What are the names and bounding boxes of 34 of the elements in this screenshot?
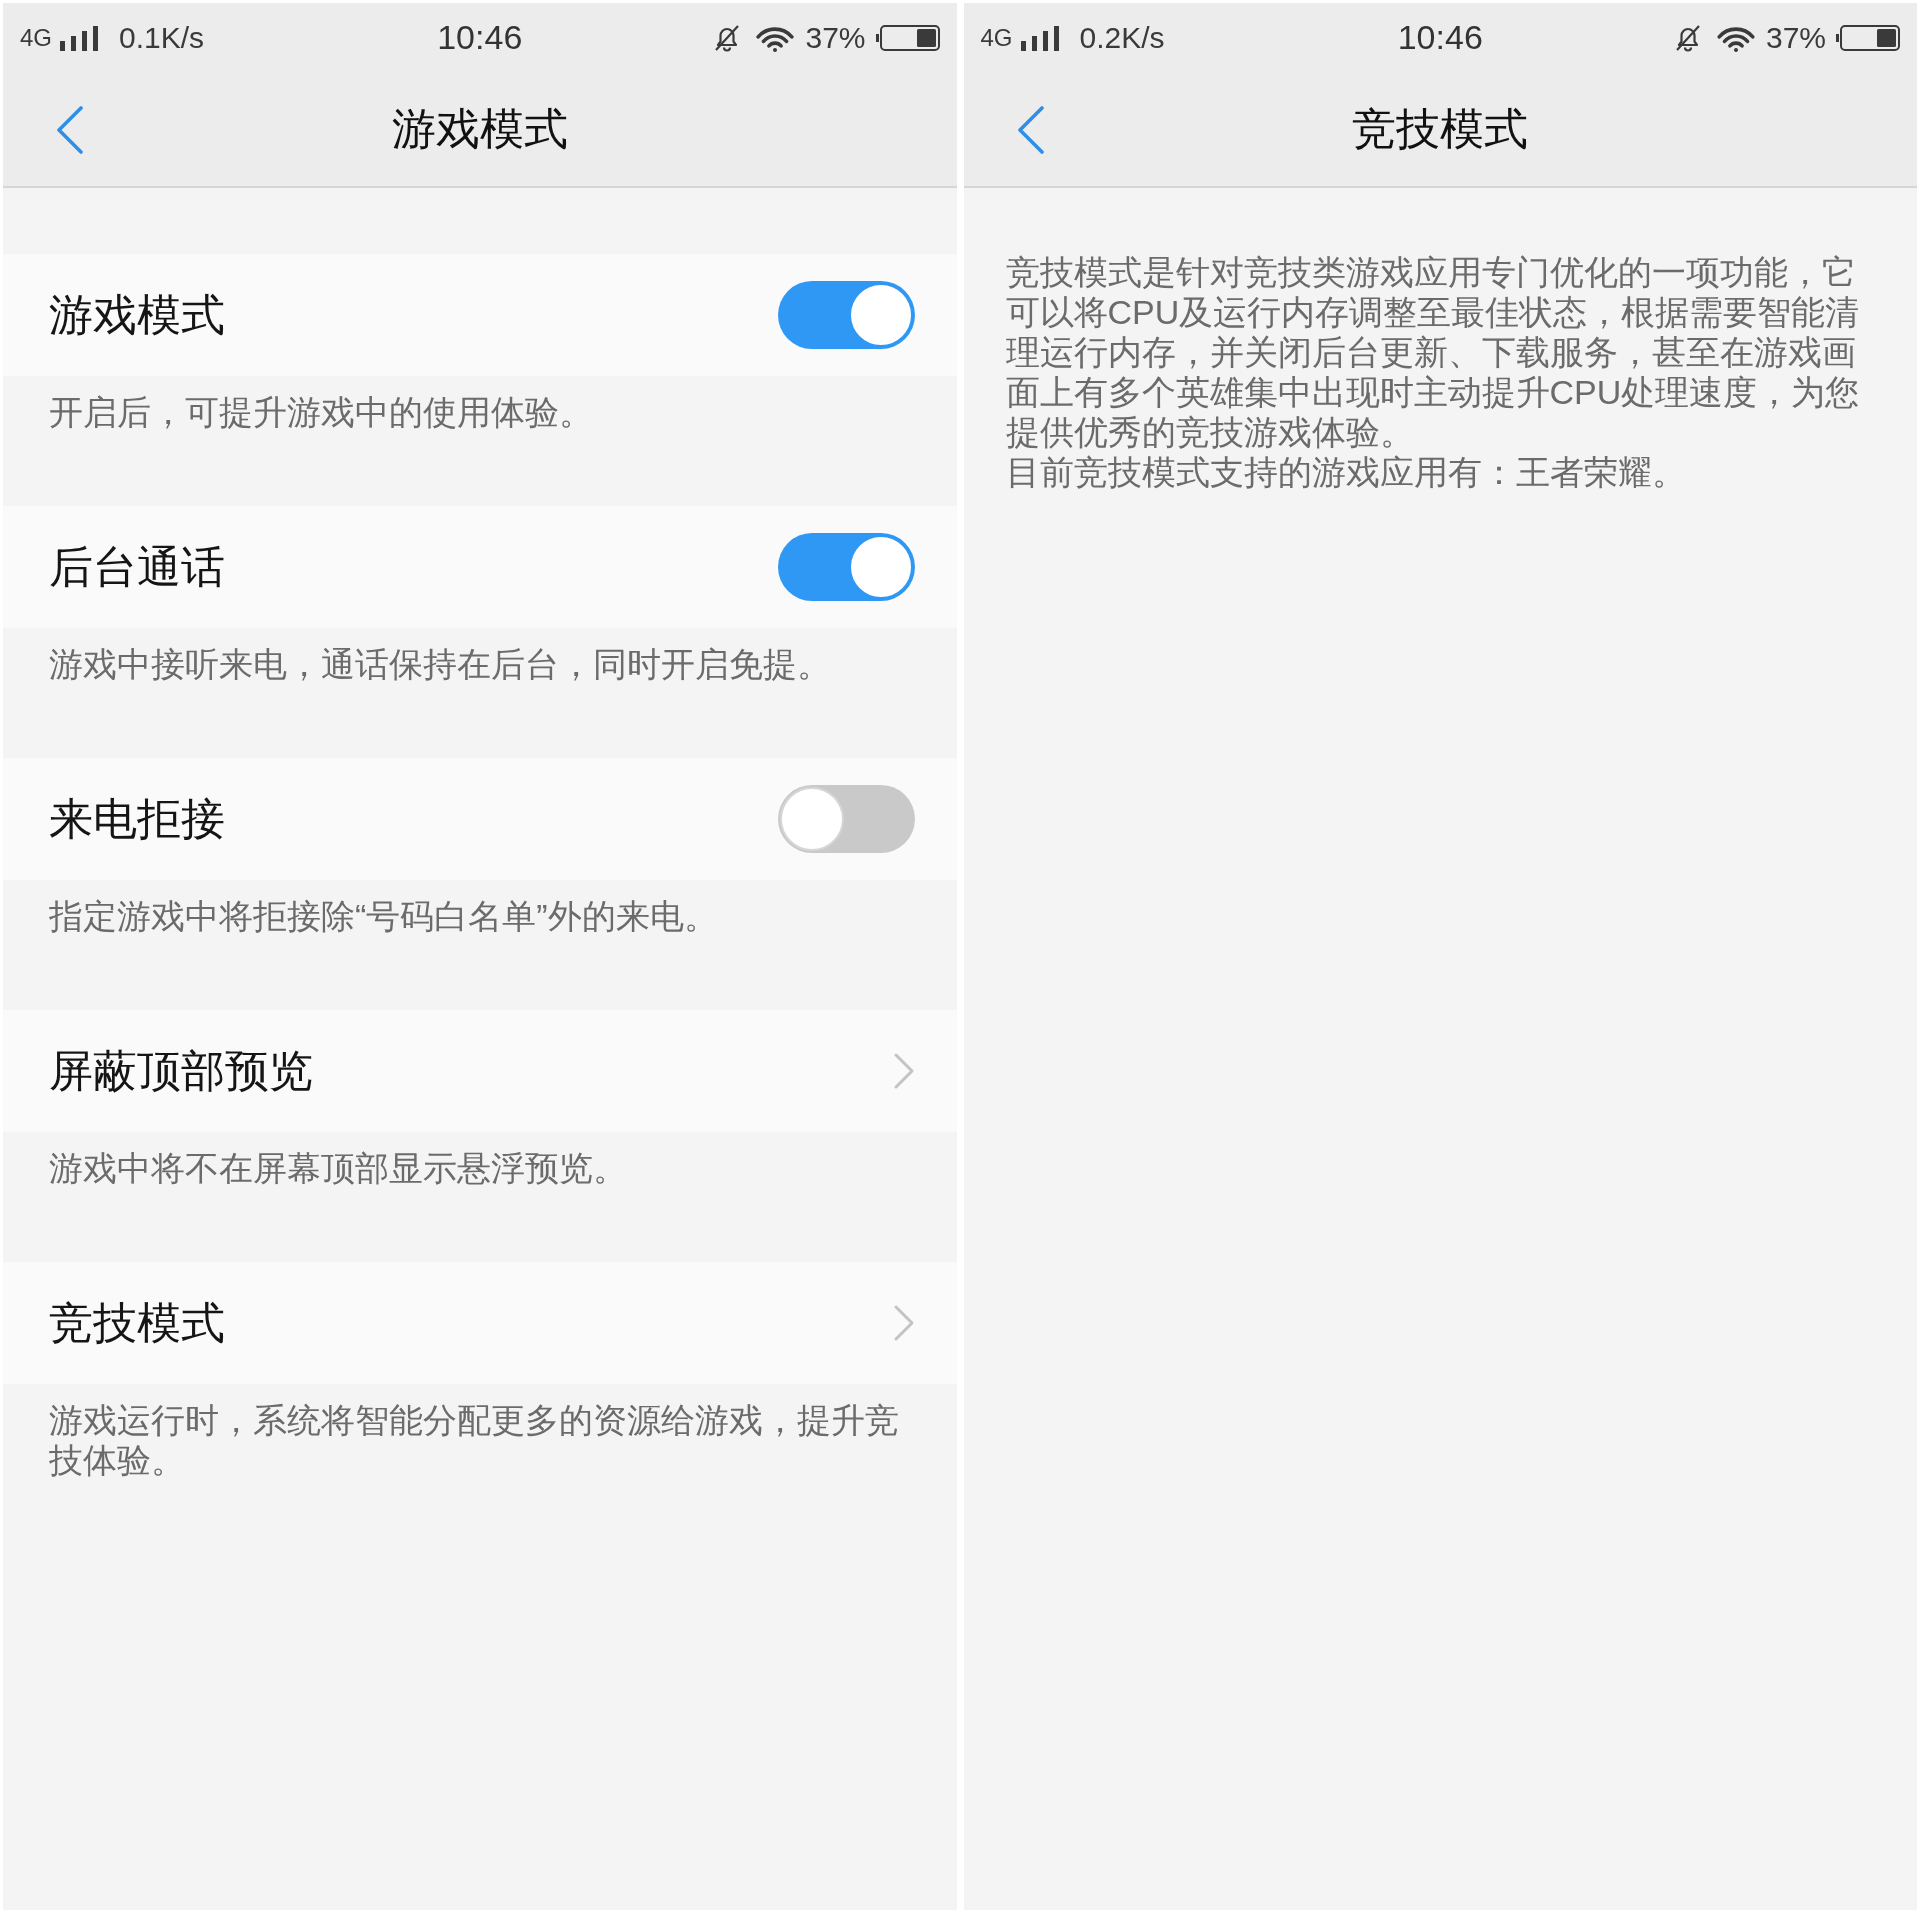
back-icon	[55, 105, 85, 154]
settings-link-row[interactable]: 竞技模式	[3, 1262, 957, 1384]
setting-label: 游戏模式	[49, 288, 225, 341]
network-speed: 0.1K/s	[119, 23, 205, 53]
back-icon	[1015, 105, 1046, 154]
network-type: 4G	[20, 26, 52, 50]
bell-off-icon	[1673, 24, 1702, 52]
page-title: 游戏模式	[391, 103, 568, 156]
description-paragraph: 竞技模式是针对竞技类游戏应用专门优化的一项功能，它可以将CPU及运行内存调整至最佳状态，根据需要智能清理运行内存，并关闭后台更新、下载服务，甚至在游戏画面上有多个英雄集中出现时主动提升CPU处理速度，为您提供优秀的竞技游戏体验。	[1005, 252, 1861, 452]
wifi-icon	[1715, 24, 1756, 52]
battery-icon	[875, 25, 940, 51]
description-paragraph: 目前竞技模式支持的游戏应用有：王者荣耀。	[1005, 452, 1687, 492]
signal-icon	[1020, 25, 1060, 51]
setting-description: 游戏中将不在屏幕顶部显示悬浮预览。	[49, 1148, 628, 1188]
battery-icon	[1836, 25, 1900, 51]
battery-percent: 37%	[1765, 23, 1826, 53]
setting-label: 来电拒接	[49, 792, 225, 845]
setting-description: 游戏运行时，系统将智能分配更多的资源给游戏，提升竞技体验。	[49, 1400, 900, 1480]
chevron-right-icon	[892, 1052, 915, 1090]
battery-percent: 37%	[805, 23, 866, 53]
status-time: 10:46	[1397, 18, 1483, 56]
setting-description: 指定游戏中将拒接除“号码白名单”外的来电。	[49, 896, 719, 936]
settings-link-row[interactable]: 屏蔽顶部预览	[3, 1010, 957, 1132]
setting-description: 开启后，可提升游戏中的使用体验。	[49, 392, 594, 432]
setting-description: 游戏中接听来电，通话保持在后台，同时开启免提。	[49, 644, 832, 684]
chevron-right-icon	[892, 1304, 915, 1342]
network-speed: 0.2K/s	[1079, 23, 1165, 53]
page-title: 竞技模式	[1352, 103, 1529, 156]
status-time: 10:46	[437, 18, 523, 56]
signal-icon	[60, 25, 99, 51]
bell-off-icon	[713, 24, 742, 52]
network-type: 4G	[980, 26, 1013, 50]
wifi-icon	[755, 24, 796, 52]
setting-label: 后台通话	[49, 540, 225, 593]
